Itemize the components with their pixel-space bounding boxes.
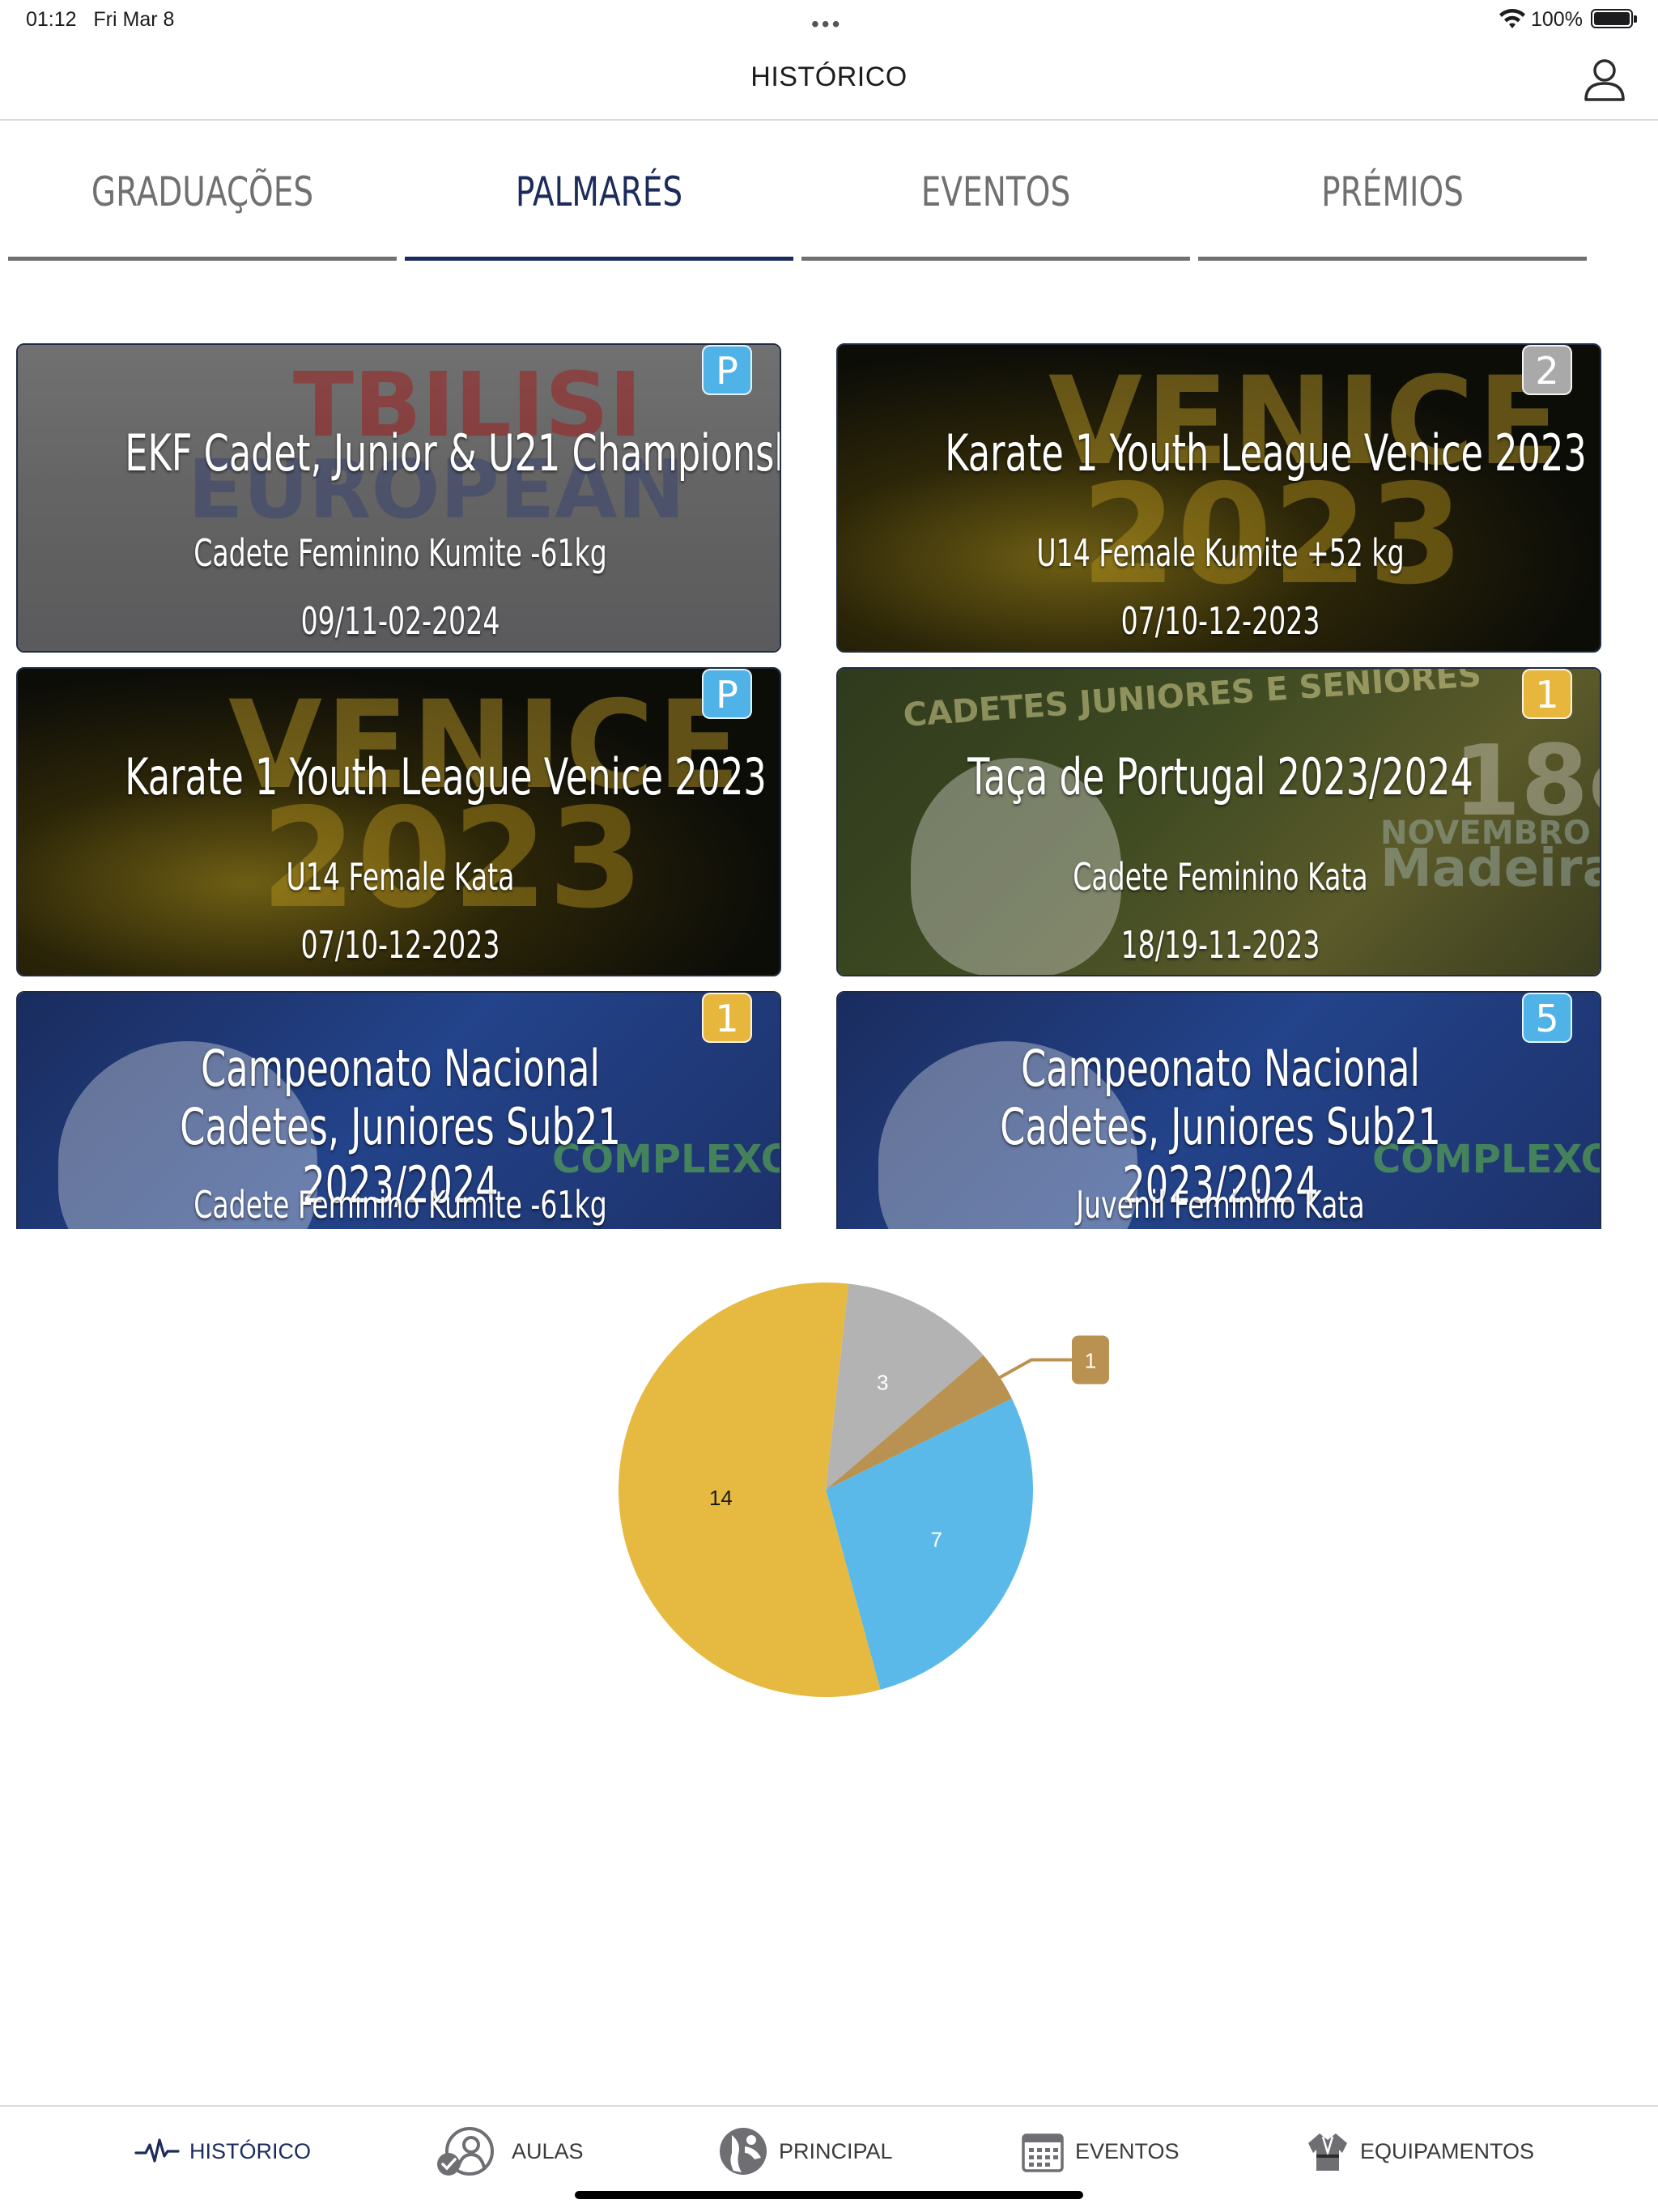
battery-icon	[1591, 9, 1637, 28]
navigation-bar: HISTÓRICO	[0, 37, 1658, 121]
history-tabs: GRADUAÇÕES PALMARÉS EVENTOS PRÉMIOS	[8, 154, 1595, 263]
tab-eventos-underline	[801, 257, 1190, 261]
tab-bar-principal[interactable]: PRINCIPAL	[717, 2123, 893, 2180]
tab-bar-label: AULAS	[512, 2138, 584, 2163]
palmares-list: TBILISI EUROPEAN EKF Cadet, Junior & U21…	[16, 343, 1603, 1229]
medals-pie-chart: 14 3 7 1	[599, 1270, 1117, 1707]
palmares-card[interactable]: VENICE 2023 Karate 1 Youth League Venice…	[16, 667, 781, 976]
palmares-card[interactable]: TBILISI EUROPEAN EKF Cadet, Junior & U21…	[16, 343, 781, 653]
home-indicator[interactable]	[575, 2191, 1083, 2199]
multitasking-dots[interactable]: •••	[811, 11, 842, 37]
tab-palmares-underline	[405, 257, 793, 261]
placement-badge: 1	[702, 993, 752, 1043]
pie-slice-label: 14	[709, 1486, 733, 1510]
placement-badge: 5	[1522, 993, 1572, 1043]
event-title: Karate 1 Youth League Venice 2023	[125, 747, 767, 806]
event-category: U14 Female Kumite +52 kg	[1036, 531, 1405, 575]
event-category: Cadete Feminino Kata	[1073, 855, 1368, 899]
tab-bar-label: EQUIPAMENTOS	[1360, 2138, 1535, 2163]
event-category: U14 Female Kata	[286, 855, 515, 899]
tab-bar-aulas[interactable]: AULAS	[434, 2123, 584, 2180]
tab-premios[interactable]: PRÉMIOS	[1241, 154, 1544, 263]
tab-graduacoes-underline	[8, 257, 397, 261]
tab-bar-historico[interactable]: HISTÓRICO	[134, 2123, 311, 2180]
pie-slice-label: 7	[930, 1528, 942, 1552]
event-title: EKF Cadet, Junior & U21 Championships	[125, 423, 781, 483]
tab-bar-eventos[interactable]: EVENTOS	[1020, 2123, 1180, 2180]
event-title: Taça de Portugal 2023/2024	[967, 747, 1473, 806]
tab-graduacoes[interactable]: GRADUAÇÕES	[51, 154, 354, 263]
event-category: Cadete Feminino Kumite -61kg	[193, 1183, 607, 1227]
wifi-icon	[1499, 9, 1525, 28]
tab-palmares[interactable]: PALMARÉS	[448, 154, 750, 263]
palmares-card[interactable]: COMPLEXO DESPORTIVO Campeonato Nacional …	[836, 991, 1601, 1229]
profile-icon[interactable]	[1580, 55, 1629, 104]
palmares-card[interactable]: VENICE 2023 Karate 1 Youth League Venice…	[836, 343, 1601, 653]
status-time: 01:12 Fri Mar 8	[26, 8, 175, 31]
palmares-card[interactable]: COMPLEXO DESPORTIVO Campeonato Nacional …	[16, 991, 781, 1229]
pie-slice-label: 3	[877, 1370, 888, 1394]
tab-bar-label: PRINCIPAL	[779, 2138, 893, 2163]
pie-chart-svg: 14 3 7 1	[619, 1283, 1109, 1697]
placement-badge: 1	[1522, 669, 1572, 719]
palmares-card[interactable]: CADETES JUNIORES E SENIORES 18e19 NOVEMB…	[836, 667, 1601, 976]
pulse-icon	[134, 2138, 180, 2163]
status-bar: 01:12 Fri Mar 8 ••• 100%	[0, 0, 1658, 37]
tab-bar-label: EVENTOS	[1075, 2138, 1180, 2163]
callout-line	[989, 1358, 1072, 1385]
tab-premios-underline	[1198, 257, 1587, 261]
event-date: 09/11-02-2024	[300, 599, 500, 643]
battery-percent: 100%	[1531, 8, 1583, 31]
tab-eventos[interactable]: EVENTOS	[844, 154, 1147, 263]
event-category: Cadete Feminino Kumite -61kg	[193, 531, 607, 575]
event-date: 07/10-12-2023	[300, 923, 500, 967]
page-title: HISTÓRICO	[750, 62, 908, 92]
placement-badge: P	[702, 345, 752, 395]
placement-badge: 2	[1522, 345, 1572, 395]
tab-bar-label: HISTÓRICO	[189, 2138, 312, 2163]
tab-bar-equipamentos[interactable]: EQUIPAMENTOS	[1305, 2123, 1534, 2180]
callout-label: 1	[1085, 1348, 1096, 1372]
karate-logo-icon	[720, 2128, 767, 2175]
event-date: 07/10-12-2023	[1120, 599, 1320, 643]
event-category: Juvenil Feminino Kata	[1076, 1183, 1365, 1227]
placement-badge: P	[702, 669, 752, 719]
gi-uniform-icon	[1308, 2133, 1347, 2171]
calendar-icon	[1022, 2133, 1064, 2172]
event-title: Karate 1 Youth League Venice 2023	[945, 423, 1587, 483]
event-date: 18/19-11-2023	[1120, 923, 1320, 967]
user-check-icon	[437, 2127, 494, 2176]
